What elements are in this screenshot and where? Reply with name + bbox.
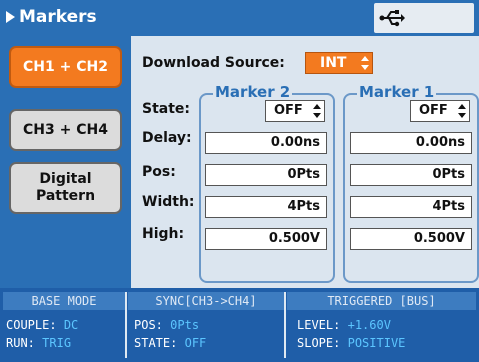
spinner-icon [458, 104, 466, 118]
marker1-state-value: OFF [419, 103, 448, 118]
usb-status [374, 3, 474, 33]
delay-label: Delay: [142, 130, 192, 146]
couple-value: DC [63, 318, 79, 332]
ch3-ch4-label: CH3 + CH4 [23, 121, 108, 138]
level-status: LEVEL: +1.60V [297, 318, 391, 332]
couple-key: COUPLE: [6, 318, 57, 332]
download-source-select[interactable]: INT [305, 52, 373, 74]
ch3-ch4-button[interactable]: CH3 + CH4 [9, 109, 122, 151]
download-source-label: Download Source: [142, 55, 285, 71]
marker2-state-select[interactable]: OFF [265, 100, 325, 122]
level-key: LEVEL: [297, 318, 341, 332]
couple-status: COUPLE: DC [6, 318, 78, 332]
marker1-delay-field[interactable]: 0.00ns [350, 132, 472, 154]
ch1-ch2-label: CH1 + CH2 [23, 58, 108, 75]
marker1-state-select[interactable]: OFF [410, 100, 470, 122]
marker2-title: Marker 2 [213, 83, 293, 101]
markers-panel: Download Source: INT Marker 2 Marker 1 S… [131, 36, 479, 288]
spinner-icon [361, 56, 369, 70]
level-value: +1.60V [347, 318, 391, 332]
marker1-title: Marker 1 [357, 83, 437, 101]
slope-value: POSITIVE [347, 336, 406, 350]
sync-state-key: STATE: [134, 336, 178, 350]
markers-screen: Markers CH1 + CH2 CH3 + CH4 Digital Patt… [0, 0, 479, 362]
marker2-width-field[interactable]: 4Pts [205, 196, 327, 218]
base-mode-header: BASE MODE [3, 292, 125, 310]
width-label: Width: [142, 194, 195, 210]
sync-state-status: STATE: OFF [134, 336, 206, 350]
marker2-state-value: OFF [274, 103, 303, 118]
marker1-high-field[interactable]: 0.500V [350, 228, 472, 250]
download-source-value: INT [320, 55, 347, 71]
slope-key: SLOPE: [297, 336, 341, 350]
run-value: TRIG [42, 336, 72, 350]
digital-pattern-label: Digital Pattern [35, 171, 96, 204]
status-bar: BASE MODE SYNC[CH3->CH4] TRIGGERED [BUS]… [0, 288, 479, 362]
pos-label: Pos: [142, 164, 176, 180]
marker2-pos-field[interactable]: 0Pts [205, 164, 327, 186]
marker1-width-field[interactable]: 4Pts [350, 196, 472, 218]
sync-pos-key: POS: [134, 318, 163, 332]
run-key: RUN: [6, 336, 35, 350]
triggered-header: TRIGGERED [BUS] [287, 292, 476, 310]
sync-header: SYNC[CH3->CH4] [128, 292, 284, 310]
digital-pattern-button[interactable]: Digital Pattern [9, 162, 122, 214]
high-label: High: [142, 226, 185, 242]
spinner-icon [313, 104, 321, 118]
marker2-high-field[interactable]: 0.500V [205, 228, 327, 250]
run-status: RUN: TRIG [6, 336, 71, 350]
page-title: Markers [19, 7, 97, 27]
slope-status: SLOPE: POSITIVE [297, 336, 405, 350]
sync-state-value: OFF [184, 336, 207, 350]
title-arrow-icon [6, 11, 15, 23]
status-divider [284, 292, 286, 358]
status-divider [125, 292, 127, 358]
sync-pos-value: 0Pts [170, 318, 200, 332]
marker1-pos-field[interactable]: 0Pts [350, 164, 472, 186]
usb-icon [379, 10, 405, 27]
channel-sidebar: CH1 + CH2 CH3 + CH4 Digital Pattern [0, 36, 131, 288]
marker2-delay-field[interactable]: 0.00ns [205, 132, 327, 154]
ch1-ch2-button[interactable]: CH1 + CH2 [9, 46, 122, 88]
state-label: State: [142, 101, 191, 117]
sync-pos-status: POS: 0Pts [134, 318, 199, 332]
title-bar: Markers [0, 0, 479, 36]
